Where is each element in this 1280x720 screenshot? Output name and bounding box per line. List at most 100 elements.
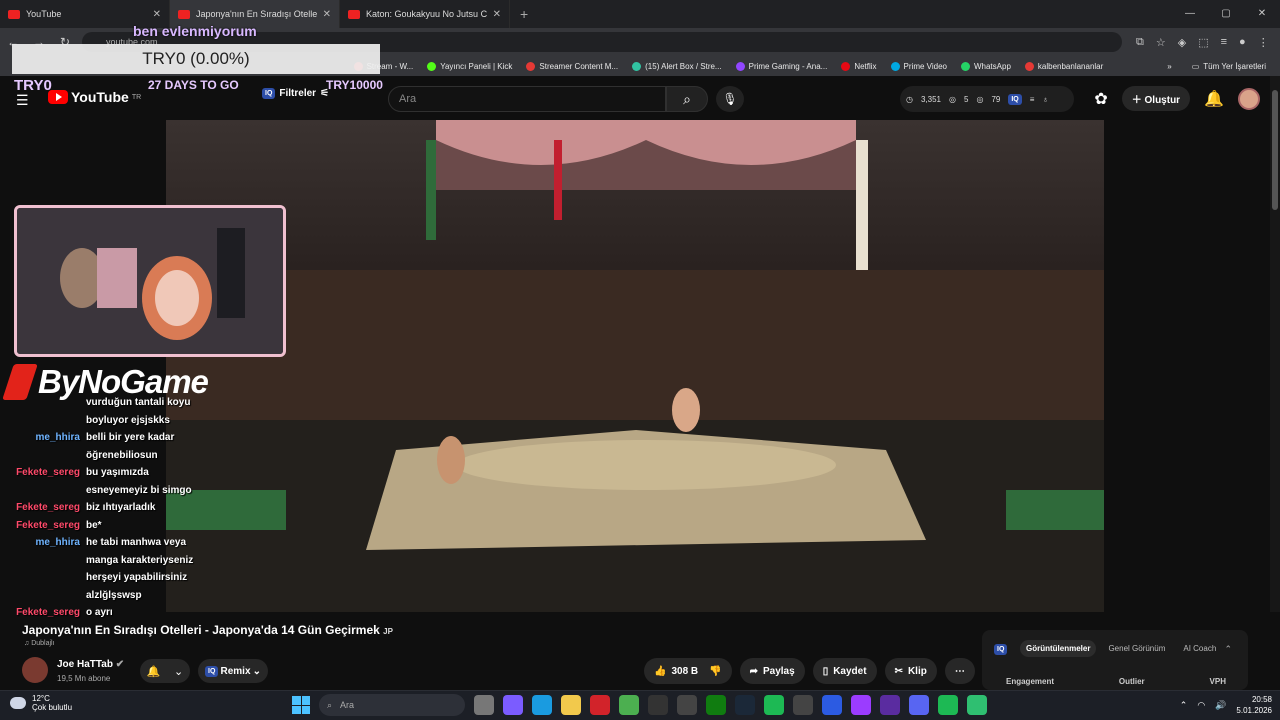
filters-button[interactable]: IQ Filtreler ⚟	[262, 88, 329, 99]
spotify-icon[interactable]	[764, 695, 784, 715]
close-tab-icon[interactable]: ✕	[153, 9, 161, 20]
webcam-overlay	[14, 205, 286, 357]
donation-goal-bar: TRY0 (0.00%)	[12, 44, 380, 74]
task-view-icon[interactable]	[474, 695, 494, 715]
volume-icon[interactable]: 🔊	[1215, 700, 1226, 711]
create-button[interactable]: ＋ Oluştur	[1121, 86, 1191, 111]
bookmark-item[interactable]: Netflix	[841, 61, 877, 71]
tab-ai-coach[interactable]: AI Coach	[1177, 640, 1222, 657]
tab-overview[interactable]: Genel Görünüm	[1102, 640, 1171, 657]
eye-icon: ◎	[976, 94, 984, 104]
bookmark-item[interactable]: Streamer Content M...	[526, 61, 618, 71]
eye-icon: ◎	[949, 94, 956, 104]
bookmark-item[interactable]: Prime Video	[890, 61, 947, 71]
bookmark-item[interactable]: kalbenbanlananlar	[1024, 61, 1103, 71]
wifi-icon[interactable]: ◠	[1197, 700, 1205, 711]
extension-icon[interactable]: ◈	[1178, 36, 1186, 49]
chat-message: Fekete_sereg bu yaşımızda	[0, 464, 240, 482]
app-icon[interactable]	[822, 695, 842, 715]
copilot-icon[interactable]	[503, 695, 523, 715]
obs-icon[interactable]	[880, 695, 900, 715]
chat-text: herşeyi yapabilirsiniz	[86, 572, 188, 583]
profile-icon[interactable]: ●	[1239, 36, 1246, 49]
chevron-up-icon[interactable]: ⌃	[1180, 700, 1188, 711]
thumbs-up-icon[interactable]: 👍	[654, 666, 666, 677]
like-count: 308 B	[671, 665, 699, 677]
user-avatar[interactable]	[1238, 87, 1260, 110]
collapse-icon[interactable]: ⌃	[1224, 644, 1232, 655]
clock-icon: ◷	[906, 94, 913, 104]
search-input[interactable]: Ara	[388, 86, 666, 112]
close-tab-icon[interactable]: ✕	[323, 9, 331, 20]
goal-target: TRY10000	[326, 78, 383, 92]
scrollbar-thumb[interactable]	[1272, 90, 1278, 210]
dohyo-top	[456, 440, 836, 490]
channel-avatar[interactable]	[22, 657, 48, 683]
more-bookmarks-icon[interactable]: »	[1167, 62, 1171, 71]
media-icon[interactable]: ≡	[1221, 36, 1227, 49]
spotify-icon[interactable]	[938, 695, 958, 715]
chat-user: Fekete_sereg	[16, 519, 80, 531]
edge-icon[interactable]	[532, 695, 552, 715]
chat-text: manga karakteriyseniz	[86, 554, 194, 566]
prime-video-icon	[890, 61, 900, 71]
menu-icon[interactable]: ⋮	[1258, 36, 1269, 49]
amazon-icon[interactable]	[677, 695, 697, 715]
like-dislike-button[interactable]: 👍 308 B 👎	[644, 658, 732, 684]
steam-icon[interactable]	[735, 695, 755, 715]
save-button[interactable]: ▯ Kaydet	[812, 658, 877, 684]
bookmark-label: (15) Alert Box / Stre...	[645, 61, 722, 71]
discord-icon[interactable]	[909, 695, 929, 715]
bookmark-item[interactable]: WhatsApp	[960, 61, 1011, 71]
taskbar-search-input[interactable]: ⌕ Ara	[319, 694, 465, 716]
close-tab-icon[interactable]: ✕	[493, 9, 501, 20]
remix-button[interactable]: IQ Remix ⌄	[198, 659, 268, 683]
youtube-logo[interactable]: YouTube TR	[48, 89, 141, 105]
close-window-icon[interactable]: ✕	[1244, 0, 1280, 28]
hamburger-menu-icon[interactable]: ☰	[16, 92, 29, 109]
extension-gear-icon[interactable]: ✿	[1094, 89, 1107, 109]
maximize-icon[interactable]: ▢	[1208, 0, 1244, 28]
thumbs-down-icon[interactable]: 👎	[709, 666, 721, 677]
tab-views[interactable]: Görüntülenmeler	[1020, 640, 1097, 657]
bookmark-item[interactable]: Yayıncı Paneli | Kick	[427, 61, 512, 71]
file-explorer-icon[interactable]	[561, 695, 581, 715]
video-title-text: Japonya'nın En Sıradışı Otelleri - Japon…	[22, 623, 380, 637]
dub-icon: ♫	[24, 640, 30, 647]
notification-bell-icon[interactable]: 🔔	[1204, 89, 1224, 109]
clock[interactable]: 20:58 5.01.2026	[1236, 694, 1272, 716]
bookmark-star-icon[interactable]: ☆	[1156, 36, 1166, 49]
poster-figure-2	[217, 228, 245, 318]
chat-text: belli bir yere kadar	[86, 432, 175, 443]
more-actions-button[interactable]: ⋯	[944, 658, 975, 684]
bookmark-item[interactable]: (15) Alert Box / Stre...	[632, 61, 722, 71]
channel-name[interactable]: Joe HaTTab ✔	[57, 659, 124, 670]
puzzle-icon[interactable]: ⬚	[1198, 36, 1208, 49]
app-icon[interactable]	[793, 695, 813, 715]
red-tassel	[554, 140, 562, 220]
kick-icon	[427, 61, 437, 71]
chat-text: biz ıhtıyarladık	[86, 502, 156, 513]
epic-games-icon[interactable]	[648, 695, 668, 715]
share-button[interactable]: ➦ Paylaş	[739, 658, 805, 684]
subscription-bell-button[interactable]: 🔔 ⌄	[140, 659, 190, 683]
stats-widget[interactable]: ◷ 3,351 ◎ 5 ◎ 79 IQ ≡ ♁	[900, 86, 1074, 112]
search-button[interactable]: ⌕	[666, 86, 708, 112]
clip-button[interactable]: ✂ Klip	[884, 658, 937, 684]
background-shelf	[97, 248, 137, 308]
install-icon[interactable]: ⧉	[1136, 36, 1144, 49]
app-icon[interactable]	[851, 695, 871, 715]
xbox-icon[interactable]	[706, 695, 726, 715]
chevron-down-icon: ⌄	[174, 665, 184, 678]
all-bookmarks-folder[interactable]: ▭ Tüm Yer İşaretleri	[1192, 62, 1266, 71]
app-icon[interactable]	[967, 695, 987, 715]
voice-search-button[interactable]: 🎙	[716, 86, 744, 112]
chrome-icon[interactable]	[619, 695, 639, 715]
windows-start-icon[interactable]	[292, 696, 310, 714]
opera-icon[interactable]	[590, 695, 610, 715]
new-tab-button[interactable]: +	[510, 6, 538, 22]
weather-widget[interactable]: 12°C Çok bulutlu	[10, 694, 72, 712]
browser-tab[interactable]: Katon: Goukakyuu No Jutsu Ch ✕	[340, 0, 510, 28]
minimize-icon[interactable]: —	[1172, 0, 1208, 28]
bookmark-item[interactable]: Prime Gaming - Ana...	[735, 61, 827, 71]
